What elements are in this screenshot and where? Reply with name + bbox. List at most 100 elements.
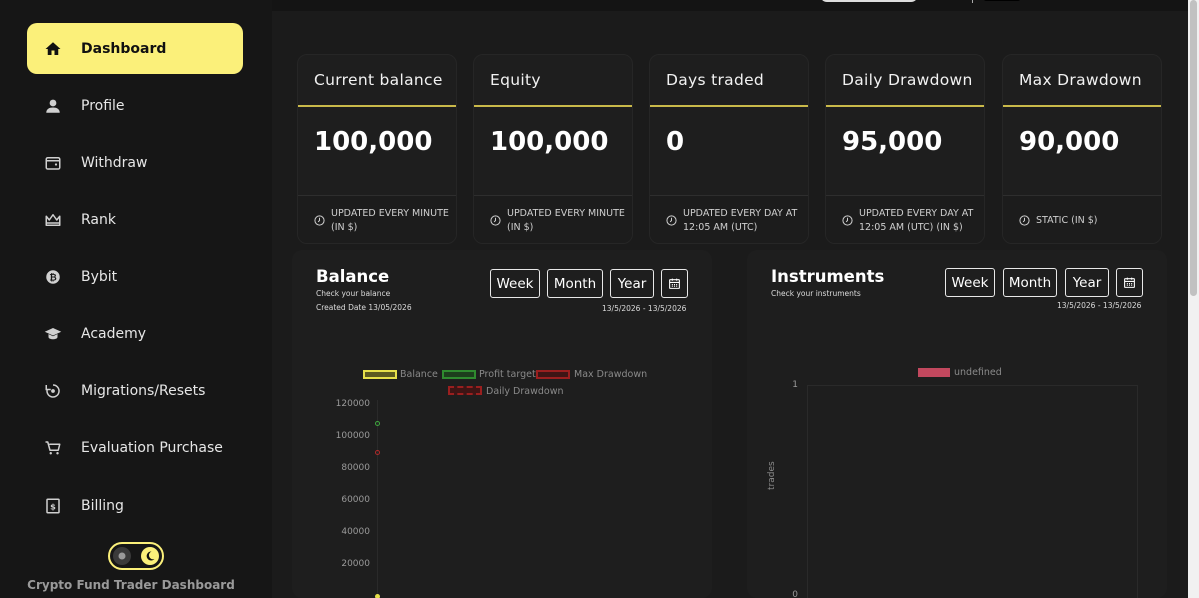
- month-button[interactable]: Month: [547, 269, 603, 298]
- billing-icon: $: [44, 497, 62, 515]
- stat-value: 95,000: [842, 127, 943, 157]
- y-tick: 0: [792, 590, 798, 598]
- sidebar-item-bybit[interactable]: ₿ Bybit: [27, 251, 243, 302]
- y-axis-line: [377, 400, 378, 598]
- year-button[interactable]: Year: [610, 269, 654, 298]
- y-tick: 120000: [335, 399, 370, 409]
- legend-swatch-profit-target[interactable]: [442, 370, 476, 379]
- page-scrollbar[interactable]: [1188, 0, 1199, 598]
- sidebar-item-withdraw[interactable]: Withdraw: [27, 137, 243, 188]
- sidebar-item-label: Billing: [81, 497, 124, 514]
- stat-note: Static (in $): [1036, 214, 1098, 226]
- panel-subtitle: Check your balance: [316, 289, 391, 298]
- grid-line: [807, 385, 1137, 386]
- graduation-cap-icon: [44, 325, 62, 343]
- balance-point[interactable]: [375, 594, 380, 598]
- svg-text:₿: ₿: [49, 272, 56, 283]
- legend-swatch-daily-drawdown[interactable]: [448, 386, 482, 395]
- y-tick: 80000: [341, 463, 370, 473]
- sidebar-item-academy[interactable]: Academy: [27, 308, 243, 359]
- stat-value: 90,000: [1019, 127, 1120, 157]
- cart-icon: [44, 439, 62, 457]
- y-tick: 20000: [341, 559, 370, 569]
- stat-card-days-traded: Days traded 0 Updated every day at 12:05…: [649, 54, 809, 244]
- calendar-icon: [669, 278, 680, 289]
- calendar-button[interactable]: [1116, 268, 1143, 297]
- legend-label[interactable]: Balance: [400, 369, 438, 380]
- stat-note: Updated every day at 12:05 AM (UTC) (in …: [859, 207, 974, 233]
- date-range: 13/5/2026 - 13/5/2026: [1057, 301, 1142, 310]
- stat-card-equity: Equity 100,000 Updated every minute (in …: [473, 54, 633, 244]
- instruments-panel: Instruments Check your instruments Week …: [747, 250, 1167, 598]
- sidebar-item-dashboard[interactable]: Dashboard: [27, 23, 243, 74]
- sidebar-item-evaluation-purchase[interactable]: Evaluation Purchase: [27, 422, 243, 473]
- crown-icon: [44, 211, 62, 229]
- legend-swatch-max-drawdown[interactable]: [536, 370, 570, 379]
- y-tick: 40000: [341, 527, 370, 537]
- panel-title: Instruments: [771, 267, 885, 286]
- drawdown-point[interactable]: [375, 450, 380, 455]
- topbar-avatar[interactable]: [984, 0, 1020, 1]
- sidebar-item-label: Withdraw: [81, 154, 148, 171]
- stat-footer: Updated every day at 12:05 AM (UTC): [650, 195, 808, 243]
- light-mode-icon: [113, 547, 131, 565]
- stat-title: Days traded: [666, 71, 765, 89]
- balance-panel: Balance Check your balance Created Date …: [292, 250, 712, 598]
- legend-swatch-undefined[interactable]: [918, 368, 950, 377]
- stat-title: Max Drawdown: [1019, 71, 1142, 89]
- home-icon: [44, 40, 62, 58]
- stat-footer: Updated every minute (in $): [474, 195, 632, 243]
- profit-target-point[interactable]: [375, 421, 380, 426]
- sidebar: Dashboard Profile Withdraw Rank ₿ Bybit …: [0, 0, 272, 598]
- stat-divider: [298, 105, 456, 107]
- sidebar-footer-title: Crypto Fund Trader Dashboard: [27, 578, 235, 592]
- created-date: Created Date 13/05/2026: [316, 303, 412, 312]
- stat-footer: Updated every minute (in $): [298, 195, 456, 243]
- stat-card-daily-drawdown: Daily Drawdown 95,000 Updated every day …: [825, 54, 985, 244]
- week-button[interactable]: Week: [490, 269, 540, 298]
- y-tick: 60000: [341, 495, 370, 505]
- calendar-button[interactable]: [661, 269, 688, 298]
- stat-divider: [650, 105, 808, 107]
- sidebar-item-migrations[interactable]: Migrations/Resets: [27, 365, 243, 416]
- stat-divider: [826, 105, 984, 107]
- y-tick: 1: [792, 380, 798, 390]
- sidebar-item-label: Bybit: [81, 268, 118, 285]
- sidebar-item-label: Profile: [81, 97, 125, 114]
- legend-swatch-balance[interactable]: [363, 370, 397, 379]
- sidebar-item-billing[interactable]: $ Billing: [27, 480, 243, 531]
- stat-card-max-drawdown: Max Drawdown 90,000 Static (in $): [1002, 54, 1162, 244]
- topbar-button[interactable]: [820, 0, 918, 2]
- stat-title: Daily Drawdown: [842, 71, 973, 89]
- sidebar-item-label: Dashboard: [81, 40, 167, 57]
- user-icon: [44, 97, 62, 115]
- calendar-icon: [1124, 277, 1135, 288]
- theme-toggle[interactable]: [108, 542, 164, 570]
- legend-label[interactable]: Daily Drawdown: [486, 386, 564, 397]
- sidebar-item-label: Evaluation Purchase: [81, 439, 223, 456]
- legend-label[interactable]: undefined: [954, 367, 1002, 378]
- stat-value: 100,000: [490, 127, 609, 157]
- panel-title: Balance: [316, 267, 390, 286]
- sidebar-item-rank[interactable]: Rank: [27, 194, 243, 245]
- stat-title: Equity: [490, 71, 541, 89]
- scrollbar-thumb[interactable]: [1190, 0, 1197, 296]
- clock-icon: [666, 215, 677, 226]
- legend-label[interactable]: Max Drawdown: [574, 369, 647, 380]
- week-button[interactable]: Week: [945, 268, 995, 297]
- clock-icon: [1019, 215, 1030, 226]
- stat-card-current-balance: Current balance 100,000 Updated every mi…: [297, 54, 457, 244]
- clock-icon: [490, 215, 501, 226]
- svg-text:$: $: [50, 501, 56, 511]
- topbar: [272, 0, 1188, 11]
- date-range: 13/5/2026 - 13/5/2026: [602, 304, 687, 313]
- stat-divider: [1003, 105, 1161, 107]
- stat-note: Updated every minute (in $): [507, 207, 625, 233]
- clock-icon: [314, 215, 325, 226]
- right-axis-line: [1137, 385, 1138, 598]
- sidebar-item-profile[interactable]: Profile: [27, 80, 243, 131]
- moon-icon: [141, 547, 159, 565]
- year-button[interactable]: Year: [1065, 268, 1109, 297]
- legend-label[interactable]: Profit target: [479, 369, 536, 380]
- month-button[interactable]: Month: [1003, 268, 1057, 297]
